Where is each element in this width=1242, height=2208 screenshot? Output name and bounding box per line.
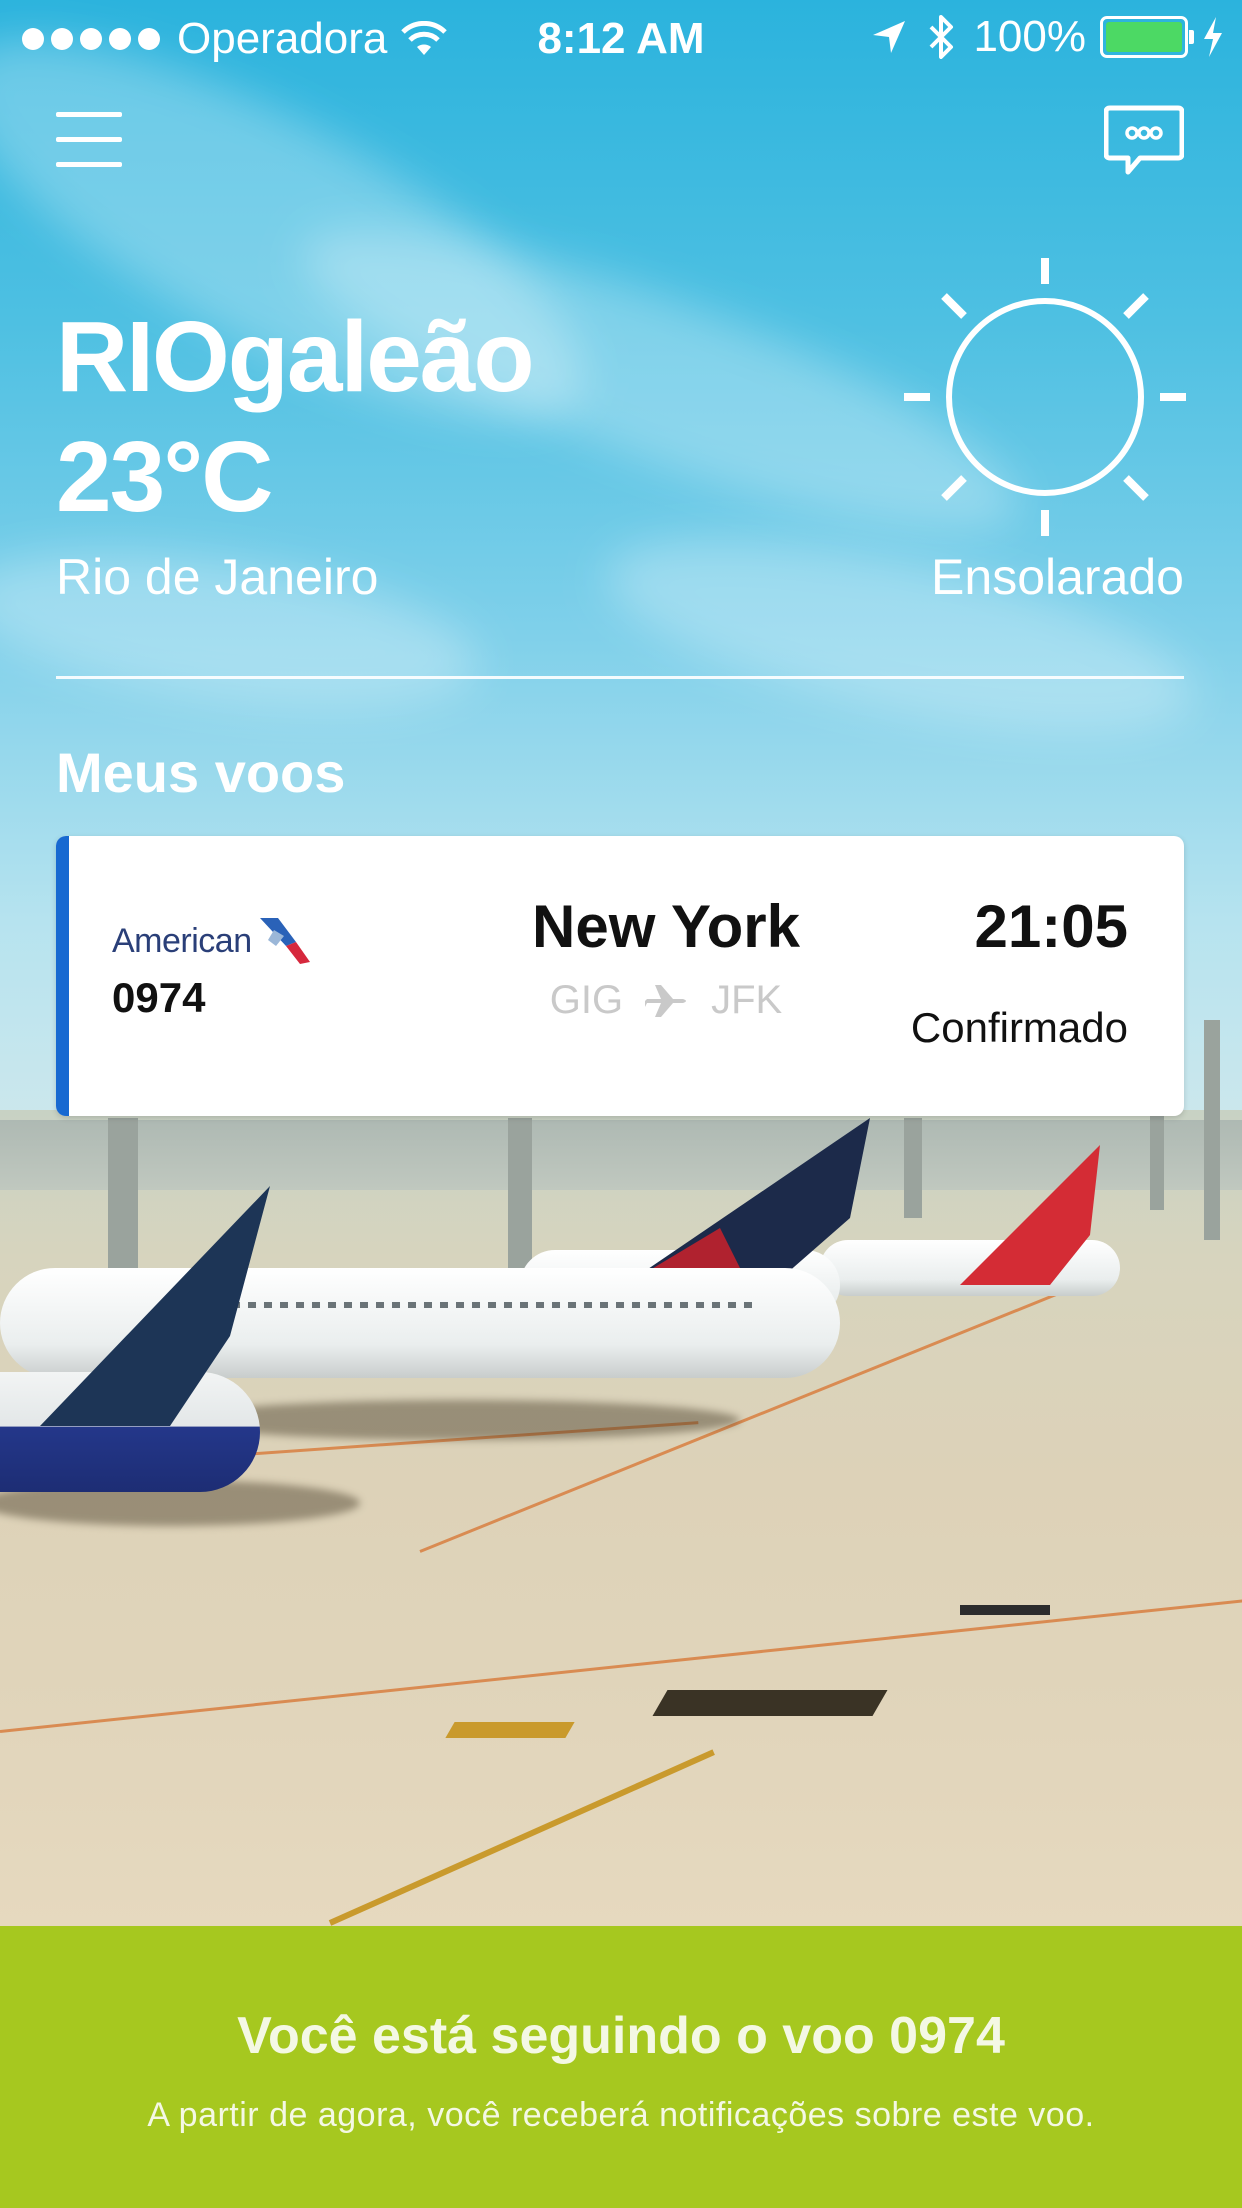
bluetooth-icon xyxy=(930,15,954,59)
home-screen: Operadora 8:12 AM 100% RIOgaleão 23°C Ri… xyxy=(0,0,1242,2208)
battery-icon xyxy=(1100,16,1194,58)
city-name: Rio de Janeiro xyxy=(56,549,379,605)
chat-bubble-icon[interactable] xyxy=(1104,104,1184,178)
light-pole xyxy=(1204,1020,1220,1240)
location-arrow-icon xyxy=(873,21,906,53)
flight-number: 0974 xyxy=(112,974,206,1021)
banner-title: Você está seguindo o voo 0974 xyxy=(237,2007,1005,2065)
airline-logo: American xyxy=(112,916,312,966)
flight-status: Confirmado xyxy=(910,1004,1128,1051)
divider xyxy=(56,676,1184,679)
airport-name: RIOgaleão xyxy=(56,301,535,413)
section-title: Meus voos xyxy=(56,741,346,804)
battery-percent: 100% xyxy=(973,12,1086,61)
follow-notification-banner[interactable]: Você está seguindo o voo 0974 A partir d… xyxy=(0,1926,1242,2208)
origin-code: GIG xyxy=(549,978,624,1022)
sun-icon xyxy=(904,258,1186,536)
status-bar: Operadora 8:12 AM 100% xyxy=(0,0,1242,80)
banner-text: A partir de agora, você receberá notific… xyxy=(147,2096,1095,2134)
airplane-icon xyxy=(645,984,687,1017)
weather-condition: Ensolarado xyxy=(931,549,1184,605)
card-accent-bar xyxy=(56,836,69,1116)
flight-card[interactable]: American 0974 New York GIG JFK 21:05 Con… xyxy=(56,836,1184,1116)
american-airlines-logo-icon xyxy=(259,918,310,964)
departure-time: 21:05 xyxy=(974,893,1128,960)
charging-icon xyxy=(1204,17,1222,57)
temperature: 23°C xyxy=(56,421,273,533)
hamburger-menu-icon[interactable] xyxy=(56,112,122,167)
light-pole xyxy=(904,1118,922,1218)
flight-route: GIG JFK xyxy=(486,978,846,1023)
airline-name: American xyxy=(112,921,252,960)
destination-code: JFK xyxy=(711,978,783,1022)
flight-destination: New York xyxy=(532,893,800,960)
